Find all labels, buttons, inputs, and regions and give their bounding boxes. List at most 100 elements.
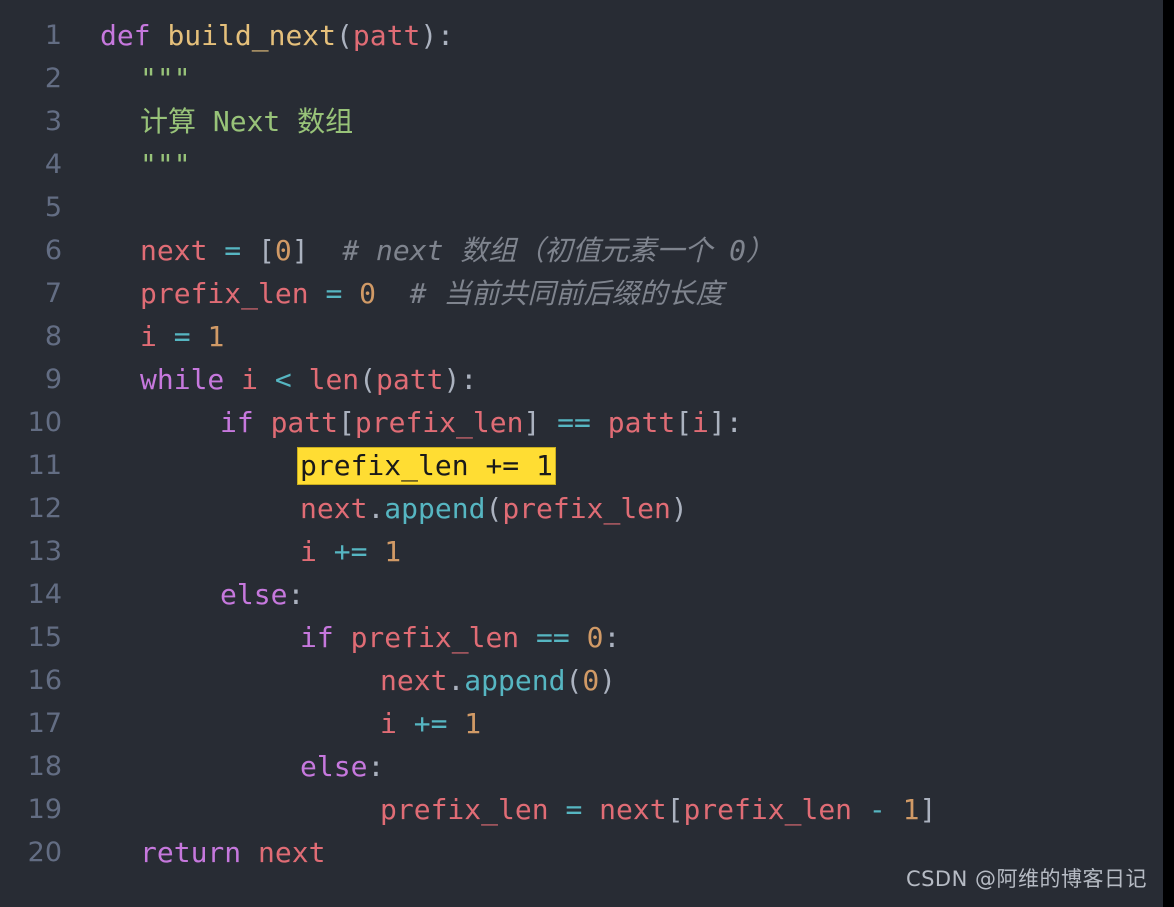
line-number: 18 [27,751,62,782]
code-editor: 1 def build_next(patt): 2 """ 3 计算 Next … [0,0,1163,907]
code-line[interactable]: 8 i = 1 [0,315,1163,358]
line-content: i = 1 [140,315,224,358]
code-line[interactable]: 9 while i < len(patt): [0,358,1163,401]
token-keyword: if [220,406,254,439]
highlighted-selection: prefix_len += 1 [298,448,555,484]
line-content: next.append(0) [380,659,616,702]
token-punctuation: ): [443,363,478,396]
token-bracket: ] [291,234,309,267]
token-variable: prefix_len [354,406,524,439]
code-line[interactable]: 2 """ [0,57,1163,100]
line-content: i += 1 [300,530,401,573]
line-number: 16 [27,665,62,696]
line-content: else: [300,745,384,788]
token-operator: - [868,793,886,826]
token-operator: = [325,277,343,310]
token-variable: prefix_len [683,793,853,826]
right-edge-strip [1163,0,1174,907]
token-keyword: if [300,621,334,654]
token-bracket: [ [666,793,684,826]
token-punctuation: ): [420,19,455,52]
token-function-name: build_next [167,19,337,52]
token-variable: prefix_len [140,277,309,310]
line-number: 1 [44,20,62,51]
token-operator: == [557,406,591,439]
token-docstring-quote: """ [140,62,191,95]
token-bracket: ]: [708,406,743,439]
line-content: prefix_len = next[prefix_len - 1] [380,788,936,831]
token-punctuation: ( [485,492,503,525]
token-operator: += [413,707,448,740]
line-number: 17 [27,708,62,739]
line-number: 13 [27,536,62,567]
code-line[interactable]: 12 next.append(prefix_len) [0,487,1163,530]
token-variable: patt [607,406,676,439]
code-line[interactable]: 6 next = [0] # next 数组（初值元素一个 0） [0,229,1163,272]
line-content: return next [140,831,325,874]
code-line[interactable]: 14 else: [0,573,1163,616]
token-variable: patt [376,363,444,396]
code-line[interactable]: 17 i += 1 [0,702,1163,745]
token-number: 1 [207,320,225,353]
code-line[interactable]: 3 计算 Next 数组 [0,100,1163,143]
token-operator: += [485,449,520,482]
line-number: 5 [44,192,62,223]
code-line[interactable]: 10 if patt[prefix_len] == patt[i]: [0,401,1163,444]
token-number: 0 [359,277,377,310]
token-punctuation: . [447,664,465,697]
token-variable: prefix_len [380,793,549,826]
line-number: 9 [44,364,62,395]
token-number: 0 [582,664,600,697]
token-number: 1 [536,449,553,482]
token-bracket: ] [919,793,937,826]
code-line[interactable]: 18 else: [0,745,1163,788]
code-line-highlighted[interactable]: 11 prefix_len += 1 [0,444,1163,487]
line-content: if patt[prefix_len] == patt[i]: [220,401,743,444]
token-builtin: len [308,363,360,396]
token-comment: # next 数组（初值元素一个 0） [342,234,775,267]
token-number: 1 [902,793,920,826]
line-content: else: [220,573,304,616]
line-number: 6 [44,235,62,266]
token-variable: i [692,406,709,439]
token-number: 0 [586,621,604,654]
token-docstring-text: 计算 Next 数组 [140,105,354,138]
token-variable: prefix_len [300,449,469,482]
token-bracket: [ [338,406,355,439]
token-variable: i [241,363,259,396]
token-variable: i [300,535,317,568]
token-variable: i [140,320,157,353]
token-punctuation: ) [670,492,688,525]
token-keyword: while [140,363,225,396]
token-punctuation: ) [599,664,617,697]
line-content: 计算 Next 数组 [140,100,353,143]
token-method: append [464,664,566,697]
line-number: 19 [27,794,62,825]
code-line[interactable]: 16 next.append(0) [0,659,1163,702]
line-content: """ [140,143,191,186]
code-line[interactable]: 4 """ [0,143,1163,186]
token-bracket: [ [258,234,275,267]
code-line[interactable]: 7 prefix_len = 0 # 当前共同前后缀的长度 [0,272,1163,315]
line-content: i += 1 [380,702,481,745]
token-operator: += [333,535,368,568]
token-operator: = [565,793,583,826]
code-line[interactable]: 5 [0,186,1163,229]
code-line[interactable]: 13 i += 1 [0,530,1163,573]
line-number: 20 [27,837,62,868]
line-number: 14 [27,579,62,610]
csdn-watermark: CSDN @阿维的博客日记 [905,867,1147,891]
line-number: 3 [44,106,62,137]
token-punctuation: : [603,621,621,654]
token-punctuation: : [367,750,385,783]
token-punctuation: ( [565,664,583,697]
token-comment: # 当前共同前后缀的长度 [409,277,724,310]
line-number: 15 [27,622,62,653]
token-number: 0 [274,234,292,267]
token-bracket: [ [675,406,693,439]
code-line[interactable]: 19 prefix_len = next[prefix_len - 1] [0,788,1163,831]
code-line[interactable]: 1 def build_next(patt): [0,14,1163,57]
token-keyword: def [100,19,151,52]
line-number: 10 [27,407,62,438]
code-line[interactable]: 15 if prefix_len == 0: [0,616,1163,659]
